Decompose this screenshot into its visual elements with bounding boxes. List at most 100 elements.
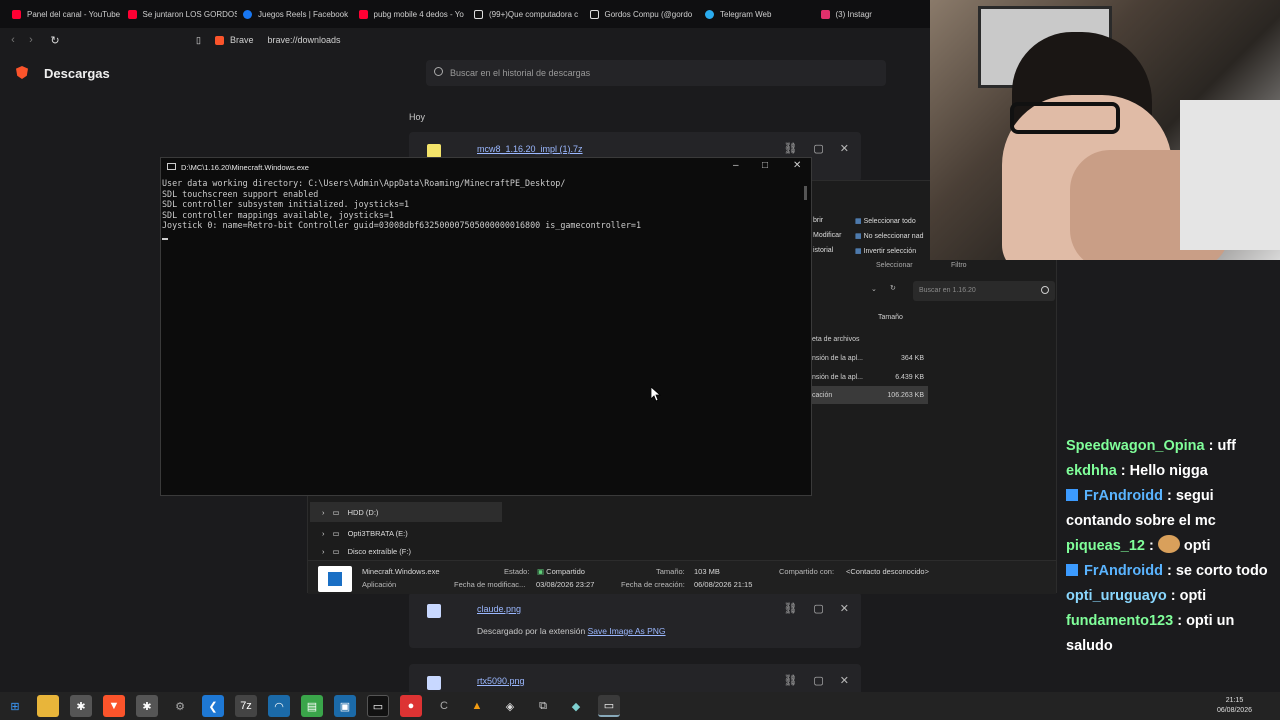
window-title: D:\MC\1.16.20\Minecraft.Windows.exe [181, 162, 309, 172]
folder-icon[interactable]: ▢ [813, 142, 823, 155]
folder-search-input[interactable]: Buscar en 1.16.20 [913, 281, 1055, 301]
app-icon[interactable]: ⧉ [532, 695, 554, 717]
select-none-button[interactable]: ▦ No seleccionar nad [855, 232, 924, 240]
tiktok-icon [474, 9, 483, 19]
bookmark-icon[interactable]: ▯ [196, 35, 201, 46]
console-line: User data working directory: C:\Users\Ad… [162, 178, 566, 188]
ribbon-open[interactable]: brir [813, 217, 823, 224]
copy-link-icon[interactable]: ⛓ [783, 602, 797, 615]
background-wall [1180, 100, 1280, 250]
reload-icon[interactable]: ↻ [46, 34, 64, 47]
file-row[interactable]: nsión de la apl... 6.439 KB [808, 368, 928, 386]
obs-icon[interactable]: ● [400, 695, 422, 717]
created-label: Fecha de creación: [621, 580, 685, 589]
ribbon-group-label: Seleccionar [876, 262, 913, 269]
close-icon[interactable]: ✕ [793, 160, 801, 171]
section-header: Hoy [409, 112, 426, 122]
app-icon[interactable]: ◆ [565, 695, 587, 717]
file-explorer-icon[interactable] [37, 695, 59, 717]
folder-icon[interactable]: ▢ [813, 674, 823, 687]
close-icon[interactable]: ✕ [840, 674, 849, 687]
console-taskbar-icon[interactable]: ▭ [598, 695, 620, 717]
browser-tab[interactable]: Se juntaron LOS GORDOS [122, 0, 237, 28]
spider-app-icon[interactable]: ✱ [136, 695, 158, 717]
chat-message: ekdhha : Hello nigga [1066, 463, 1208, 479]
nav-tree-item[interactable]: › ▭ HDD (D:) [310, 502, 502, 522]
minimize-icon[interactable]: – [733, 160, 739, 171]
file-row[interactable]: nsión de la apl... 364 KB [808, 349, 928, 367]
chat-message: fundamento123 : opti un saludo [1066, 613, 1235, 654]
image-icon [427, 604, 441, 618]
settings-icon[interactable]: ⚙ [169, 695, 191, 717]
vlc-icon[interactable]: ▲ [466, 695, 488, 717]
console-cursor [162, 237, 168, 240]
browser-tab[interactable]: pubg mobile 4 dedos - Yo [353, 0, 469, 28]
telegram-icon [705, 9, 714, 19]
browser-tab[interactable]: Telegram Web [699, 0, 815, 28]
nav-tree-item[interactable]: › ▭ Opti3TBRATA (E:) [310, 523, 502, 543]
start-icon[interactable]: ⊞ [4, 695, 26, 717]
browser-tab[interactable]: Panel del canal - YouTube [6, 0, 122, 28]
close-icon[interactable]: ✕ [840, 142, 849, 155]
brave-shield-icon[interactable] [214, 35, 224, 45]
invert-selection-icon: ▦ [855, 248, 864, 255]
browser-tab[interactable]: (99+)Que computadora c [468, 0, 584, 28]
chevron-down-icon[interactable]: ⌄ [871, 285, 877, 293]
copy-link-icon[interactable]: ⛓ [783, 674, 797, 687]
ribbon-modify[interactable]: Modificar [813, 232, 841, 239]
download-link[interactable]: mcw8_1.16.20_impl (1).7z [477, 144, 583, 154]
scrollbar-thumb[interactable] [804, 186, 807, 200]
nav-tree-item[interactable]: › ▭ Disco extraíble (F:) [310, 544, 502, 558]
file-row[interactable]: eta de archivos [808, 330, 928, 348]
archive-icon [427, 144, 441, 158]
select-none-icon: ▦ [855, 233, 864, 240]
back-icon[interactable]: ‹ [4, 34, 22, 46]
youtube-icon [127, 9, 137, 19]
chevron-right-icon: › [322, 546, 325, 556]
brave-icon[interactable]: ▼ [103, 695, 125, 717]
moderator-badge-icon [1066, 489, 1078, 501]
file-kind: Aplicación [362, 580, 397, 589]
url-input[interactable]: brave://downloads [267, 35, 340, 45]
folder-icon[interactable]: ▢ [813, 602, 823, 615]
ribbon-group-label: Filtro [951, 262, 967, 269]
column-header-size[interactable]: Tamaño [878, 314, 903, 321]
browser-tab[interactable]: Gordos Compu (@gordo [584, 0, 700, 28]
copy-link-icon[interactable]: ⛓ [783, 142, 797, 155]
system-clock[interactable]: 21:15 06/08/2026 [1217, 696, 1252, 716]
download-note: Descargado por la extensión [477, 626, 586, 636]
console-titlebar[interactable]: D:\MC\1.16.20\Minecraft.Windows.exe – □ … [161, 158, 811, 176]
facebook-icon [243, 9, 252, 19]
maximize-icon[interactable]: □ [762, 160, 768, 171]
app-icon[interactable]: ◠ [268, 695, 290, 717]
spider-app-icon[interactable]: ✱ [70, 695, 92, 717]
download-link[interactable]: claude.png [477, 604, 521, 614]
moderator-badge-icon [1066, 564, 1078, 576]
image-icon [427, 676, 441, 690]
console-line: Joystick 0: name=Retro-bit Controller gu… [162, 220, 642, 231]
chat-message: FrAndroidd : se corto todo [1066, 559, 1274, 584]
forward-icon[interactable]: › [22, 34, 40, 46]
spreadsheet-icon[interactable]: ▤ [301, 695, 323, 717]
drive-icon: ▭ [332, 507, 340, 517]
vscode-icon[interactable]: ❮ [202, 695, 224, 717]
shared-with-label: Compartido con: [779, 567, 835, 576]
select-all-button[interactable]: ▦ Seleccionar todo [855, 217, 916, 225]
terminal-icon[interactable]: ▭ [367, 695, 389, 717]
unity-icon[interactable]: ◈ [499, 695, 521, 717]
app-icon[interactable]: ▣ [334, 695, 356, 717]
browser-tab[interactable]: (3) Instagr [815, 0, 931, 28]
close-icon[interactable]: ✕ [840, 602, 849, 615]
invert-selection-button[interactable]: ▦ Invertir selección [855, 247, 916, 255]
browser-tab[interactable]: Juegos Reels | Facebook [237, 0, 353, 28]
glasses [1010, 102, 1120, 134]
downloads-search-input[interactable]: Buscar en el historial de descargas [426, 60, 886, 86]
refresh-icon[interactable]: ↻ [890, 284, 896, 292]
file-row-selected[interactable]: cación 106.263 KB [808, 386, 928, 404]
ccleaner-icon[interactable]: C [433, 695, 455, 717]
extension-link[interactable]: Save Image As PNG [588, 626, 666, 636]
7zip-icon[interactable]: 7z [235, 695, 257, 717]
search-icon [1041, 286, 1049, 294]
ribbon-history[interactable]: istorial [813, 247, 833, 254]
download-link[interactable]: rtx5090.png [477, 676, 525, 686]
